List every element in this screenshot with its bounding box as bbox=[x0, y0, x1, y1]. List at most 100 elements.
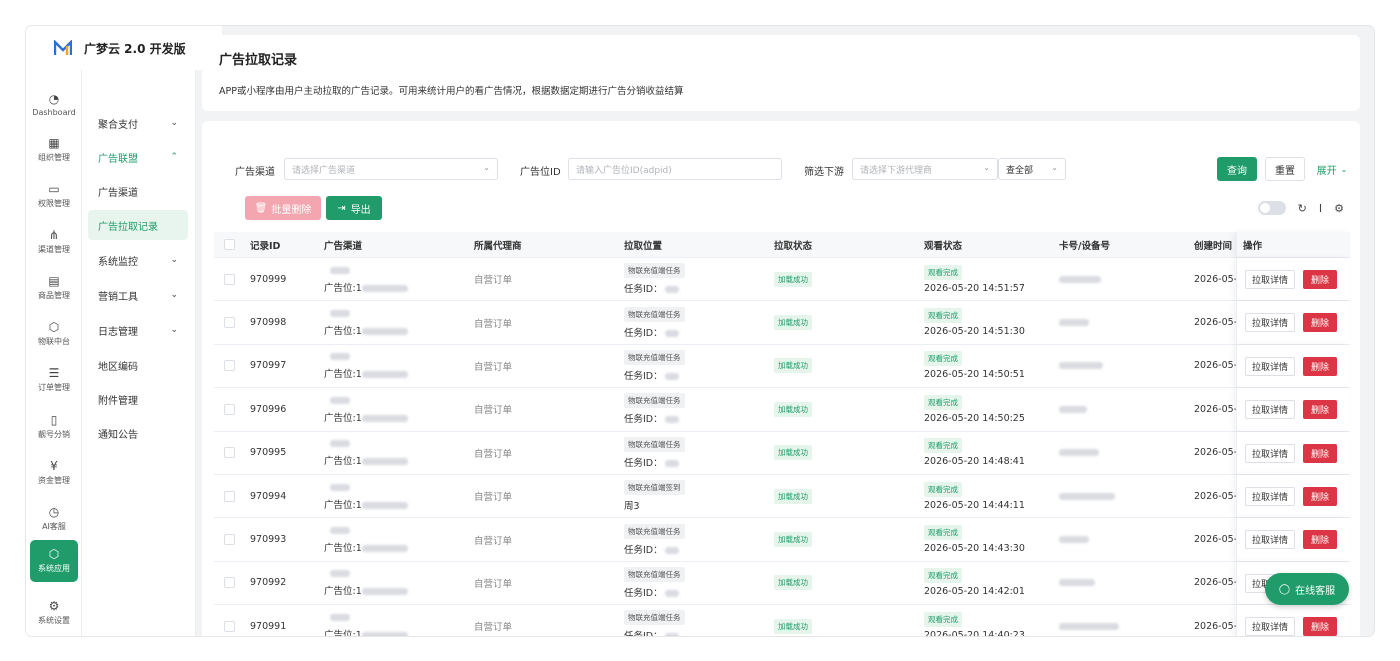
row-checkbox[interactable] bbox=[224, 620, 235, 632]
delete-button[interactable]: 删除 bbox=[1303, 530, 1337, 550]
scope-select[interactable]: 查全部 ⌄ bbox=[998, 158, 1066, 180]
pull-detail-button[interactable]: 拉取详情 bbox=[1245, 313, 1295, 333]
rail-item[interactable]: ◔ Dashboard bbox=[30, 84, 78, 126]
agent-name: 自营订单 bbox=[474, 448, 513, 460]
reset-button[interactable]: 重置 bbox=[1265, 157, 1305, 181]
submenu-item[interactable]: 系统监控 ⌄ bbox=[88, 245, 188, 275]
column-header[interactable]: 所属代理商 bbox=[474, 232, 522, 257]
pull-detail-button[interactable]: 拉取详情 bbox=[1245, 270, 1295, 289]
page-header: 广告拉取记录 APP或小程序由用户主动拉取的广告记录。可用来统计用户的看广告情况… bbox=[202, 35, 1360, 111]
rail-label: AI客服 bbox=[42, 522, 66, 531]
submenu-item[interactable]: 广告渠道 bbox=[88, 176, 188, 206]
submenu-item[interactable]: 通知公告 bbox=[88, 418, 188, 448]
column-header[interactable]: 拉取状态 bbox=[774, 232, 812, 257]
column-header[interactable]: 广告渠道 bbox=[324, 232, 362, 257]
agent-name: 自营订单 bbox=[474, 405, 513, 417]
settings-icon[interactable]: ⚙ bbox=[1334, 202, 1344, 215]
column-header[interactable]: 拉取位置 bbox=[624, 232, 662, 257]
column-header[interactable]: 卡号/设备号 bbox=[1059, 232, 1110, 257]
rail-item[interactable]: ▤ 商品管理 bbox=[30, 267, 78, 309]
table-row: 970996 广告位:1 自营订单 物联充值端任务 任务ID： 加载成功 观看完成 2026-… bbox=[214, 388, 1350, 432]
adid-filter-label: 广告位ID bbox=[520, 167, 561, 178]
watch-time: 2026-05-20 14:42:01 bbox=[924, 586, 1025, 598]
delete-button[interactable]: 删除 bbox=[1303, 486, 1337, 506]
column-height-icon[interactable]: Ⅰ bbox=[1319, 202, 1322, 215]
operations-cell: 拉取详情删除 bbox=[1236, 605, 1350, 636]
rail-item[interactable]: ◷ AI客服 bbox=[30, 498, 78, 540]
watch-status-badge: 观看完成 bbox=[924, 308, 962, 324]
row-checkbox[interactable] bbox=[224, 490, 235, 502]
pull-position-cell: 物联充值端任务任务ID： bbox=[624, 345, 685, 387]
redacted-text bbox=[361, 284, 408, 292]
row-checkbox[interactable] bbox=[224, 403, 235, 415]
pull-detail-button[interactable]: 拉取详情 bbox=[1245, 443, 1295, 463]
rail-item[interactable]: ▯ 靓号分销 bbox=[30, 406, 78, 448]
row-checkbox[interactable] bbox=[224, 273, 235, 285]
delete-button[interactable]: 删除 bbox=[1303, 443, 1337, 463]
rail-item[interactable]: ⬡ 系统应用 bbox=[30, 540, 78, 582]
batch-delete-button[interactable]: 🗑 批量删除 bbox=[245, 196, 321, 220]
refresh-icon[interactable]: ↻ bbox=[1298, 202, 1307, 215]
export-button[interactable]: ⇥ 导出 bbox=[326, 196, 382, 220]
rail-item[interactable]: ⚙ 系统设置 bbox=[30, 592, 78, 634]
submenu-item[interactable]: 聚合支付 ⌄ bbox=[88, 108, 188, 138]
select-all-checkbox[interactable] bbox=[224, 239, 235, 250]
ad-position: 广告位:1 bbox=[324, 366, 408, 380]
submenu-item[interactable]: 广告联盟 ⌃ bbox=[88, 142, 188, 172]
rail-icon: ⬡ bbox=[48, 320, 60, 334]
column-header[interactable]: 观看状态 bbox=[924, 232, 962, 257]
record-id: 970993 bbox=[250, 534, 287, 546]
pull-detail-button[interactable]: 拉取详情 bbox=[1245, 356, 1295, 376]
rail-item[interactable]: ¥ 资金管理 bbox=[30, 452, 78, 494]
delete-button[interactable]: 删除 bbox=[1303, 270, 1337, 289]
rail-item[interactable]: ☰ 订单管理 bbox=[30, 359, 78, 401]
delete-button[interactable]: 删除 bbox=[1303, 400, 1337, 420]
rail-item[interactable]: ▦ 组织管理 bbox=[30, 129, 78, 171]
delete-button[interactable]: 删除 bbox=[1303, 356, 1337, 376]
watch-status-cell: 观看完成 2026-05-20 14:48:41 bbox=[924, 432, 1025, 474]
pull-status-cell: 加载成功 bbox=[774, 301, 812, 343]
pull-detail-button[interactable]: 拉取详情 bbox=[1245, 486, 1295, 506]
submenu-item[interactable]: 日志管理 ⌄ bbox=[88, 315, 188, 345]
delete-button[interactable]: 删除 bbox=[1303, 617, 1337, 636]
pull-position-tag: 物联充值端任务 bbox=[624, 306, 685, 322]
redacted-text bbox=[1059, 449, 1099, 457]
row-select-cell bbox=[224, 605, 235, 636]
rail-item[interactable]: ▭ 权限管理 bbox=[30, 175, 78, 217]
adid-input[interactable]: 请输入广告位ID(adpid) bbox=[568, 158, 782, 180]
submenu-item[interactable]: 广告拉取记录 bbox=[88, 210, 188, 240]
agent-select[interactable]: 请选择下游代理商 ⌄ bbox=[852, 158, 998, 180]
pull-detail-button[interactable]: 拉取详情 bbox=[1245, 530, 1295, 550]
chevron-icon: ⌄ bbox=[170, 118, 178, 128]
redacted-text bbox=[361, 458, 408, 466]
rail-item[interactable]: ⋔ 渠道管理 bbox=[30, 221, 78, 263]
row-checkbox[interactable] bbox=[224, 317, 235, 329]
redacted-text bbox=[361, 371, 408, 379]
submenu-item[interactable]: 地区编码 bbox=[88, 350, 188, 380]
online-service-button[interactable]: ◯ 在线客服 bbox=[1265, 573, 1349, 605]
watch-status-cell: 观看完成 2026-05-20 14:43:30 bbox=[924, 518, 1025, 560]
pull-detail-button[interactable]: 拉取详情 bbox=[1245, 400, 1295, 420]
pull-position-text: 任务ID： bbox=[624, 544, 663, 556]
submenu-item[interactable]: 附件管理 bbox=[88, 384, 188, 414]
channel-select[interactable]: 请选择广告渠道 ⌄ bbox=[284, 158, 498, 180]
column-header[interactable]: 创建时间 bbox=[1194, 232, 1232, 257]
chevron-icon: ⌃ bbox=[170, 152, 178, 162]
pull-detail-button[interactable]: 拉取详情 bbox=[1245, 617, 1295, 636]
pull-position-cell: 物联充值端任务任务ID： bbox=[624, 258, 685, 300]
submenu-item[interactable]: 营销工具 ⌄ bbox=[88, 280, 188, 310]
column-toggle[interactable] bbox=[1257, 201, 1286, 215]
column-header[interactable]: 记录ID bbox=[250, 232, 280, 257]
pull-position-text: 任务ID： bbox=[624, 631, 663, 636]
row-checkbox[interactable] bbox=[224, 577, 235, 589]
pull-status-badge: 加载成功 bbox=[774, 445, 812, 461]
row-checkbox[interactable] bbox=[224, 534, 235, 546]
row-checkbox[interactable] bbox=[224, 360, 235, 372]
expand-button[interactable]: 展开 ⌄ bbox=[1312, 157, 1352, 181]
rail-item[interactable]: ⬡ 物联中台 bbox=[30, 313, 78, 355]
query-button[interactable]: 查询 bbox=[1217, 157, 1257, 181]
row-checkbox[interactable] bbox=[224, 447, 235, 459]
app-window: 广梦云 2.0 开发版 ◔ Dashboard ▦ 组织管理 ▭ 权限管理 ⋔ 渠道管理 ▤ 商品… bbox=[26, 26, 1374, 636]
redacted-text bbox=[1059, 579, 1095, 587]
delete-button[interactable]: 删除 bbox=[1303, 313, 1337, 333]
